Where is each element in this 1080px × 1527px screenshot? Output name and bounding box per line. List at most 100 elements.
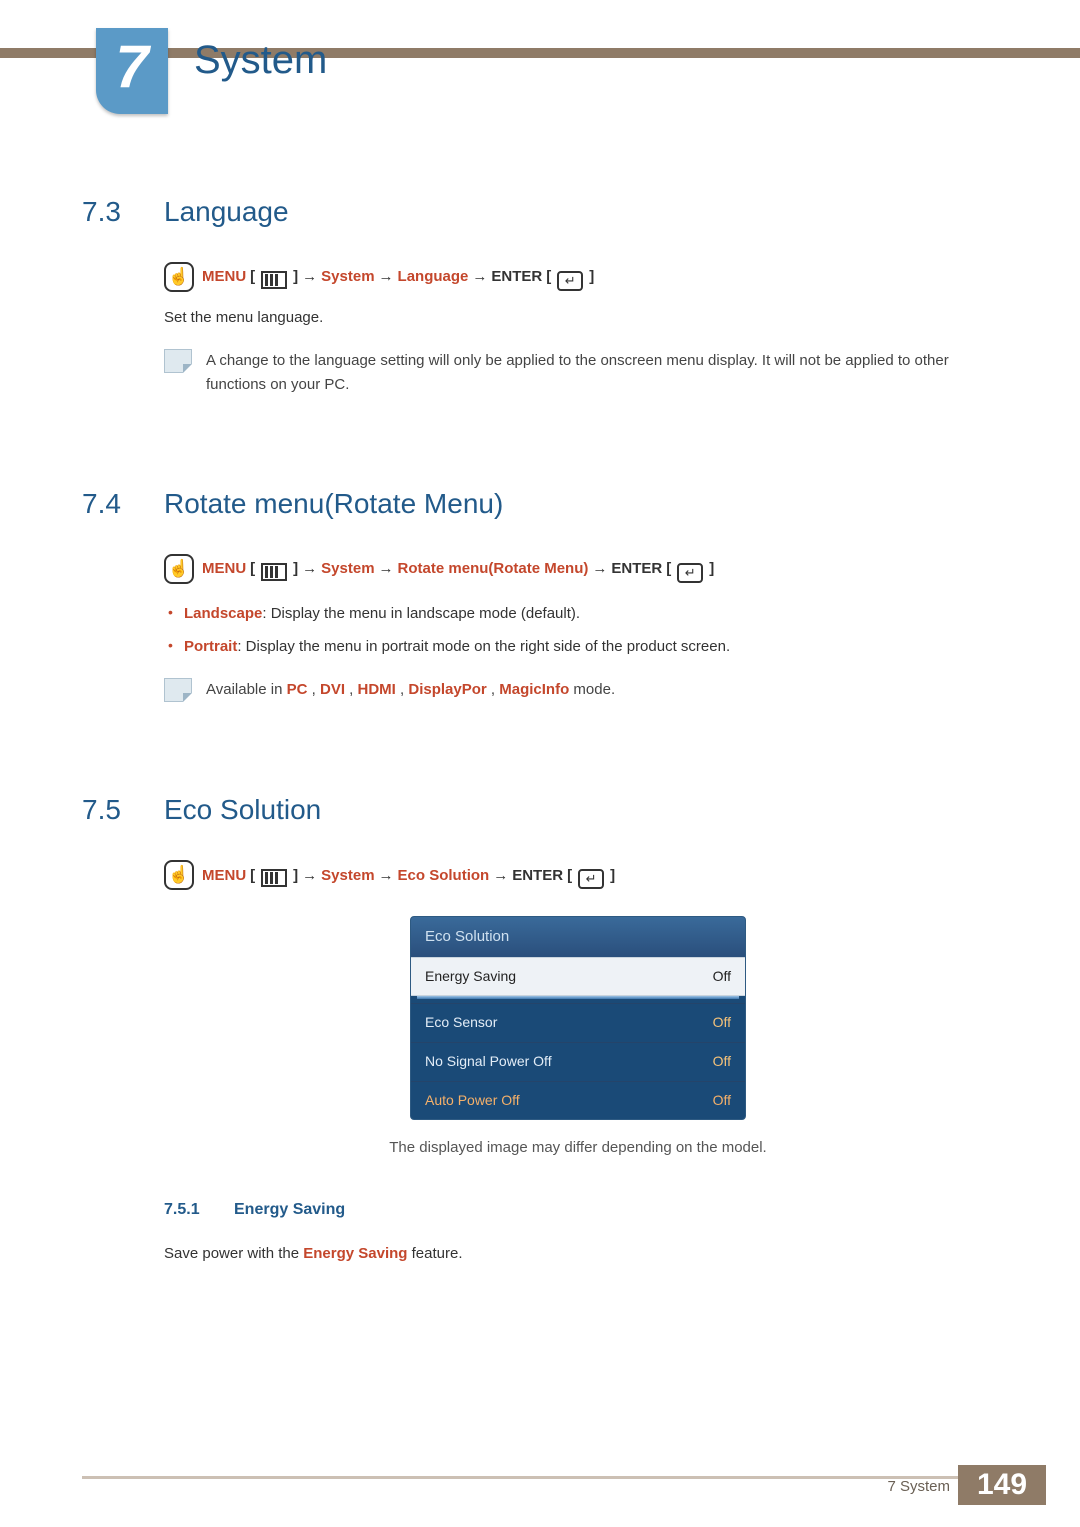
osd-panel: Eco Solution Energy Saving Off Eco Senso… [410,916,746,1120]
note-icon [164,678,192,702]
menu-button-icon [261,563,287,581]
enter-label: ENTER [491,265,542,288]
note-text: Available in PC , DVI , HDMI , DisplayPo… [206,678,992,702]
arrow-icon: → [379,265,394,288]
osd-row-label: No Signal Power Off [425,1051,552,1073]
osd-row[interactable]: Auto Power Off Off [411,1081,745,1120]
page-content: 7.3 Language ☝ MENU [ ] → System → Langu… [82,180,992,1266]
option-text: : Display the menu in portrait mode on t… [237,638,730,655]
bracket-close: ] [610,864,615,887]
enter-button-icon: ↵ [578,869,604,889]
menu-label: MENU [202,864,246,887]
osd-row[interactable]: Eco Sensor Off [411,1003,745,1042]
osd-row-label: Auto Power Off [425,1090,520,1112]
note-icon [164,349,192,373]
osd-title: Eco Solution [411,917,745,956]
note-suffix: mode. [573,681,615,698]
section-number: 7.3 [82,196,164,228]
option-list: Landscape: Display the menu in landscape… [164,602,992,659]
arrow-icon: → [302,864,317,887]
subsection-number: 7.5.1 [164,1198,218,1223]
path-system: System [321,557,374,580]
touch-icon: ☝ [164,262,194,292]
osd-row-label: Energy Saving [425,966,516,988]
osd-row[interactable]: No Signal Power Off Off [411,1042,745,1081]
osd-selection-underline [417,996,739,999]
section-number: 7.5 [82,794,164,826]
chapter-tab: 7 [96,28,168,114]
section-number: 7.4 [82,488,164,520]
subsection-title: Energy Saving [234,1198,345,1223]
arrow-icon: → [302,557,317,580]
section-7-4-heading: 7.4 Rotate menu(Rotate Menu) [82,488,992,520]
arrow-icon: → [592,557,607,580]
bracket-open: [ [567,864,572,887]
note-prefix: Available in [206,681,287,698]
bracket-close: ] [709,557,714,580]
note: Available in PC , DVI , HDMI , DisplayPo… [164,678,992,702]
path-item: Rotate menu(Rotate Menu) [398,557,589,580]
arrow-icon: → [302,265,317,288]
bracket-close: ] [293,557,298,580]
menu-label: MENU [202,265,246,288]
chapter-number: 7 [96,32,168,101]
section-7-4-body: ☝ MENU [ ] → System → Rotate menu(Rotate… [82,554,992,703]
menu-label: MENU [202,557,246,580]
note: A change to the language setting will on… [164,349,992,396]
section-title: Rotate menu(Rotate Menu) [164,488,503,520]
osd-row-value: Off [713,1090,731,1112]
text-key: Energy Saving [303,1245,407,1262]
bracket-open: [ [250,557,255,580]
arrow-icon: → [472,265,487,288]
section-7-3-body: ☝ MENU [ ] → System → Language → ENTER [… [82,262,992,396]
mode: MagicInfo [499,681,569,698]
osd-row-label: Eco Sensor [425,1012,497,1034]
path-item: Eco Solution [398,864,490,887]
osd-row-selected[interactable]: Energy Saving Off [411,957,745,997]
bracket-open: [ [666,557,671,580]
bracket-close: ] [293,265,298,288]
menu-button-icon [261,869,287,887]
mode: PC [287,681,308,698]
page-number-chip: 149 [958,1465,1046,1505]
enter-label: ENTER [611,557,662,580]
section-title: Eco Solution [164,794,321,826]
list-item: Portrait: Display the menu in portrait m… [164,635,992,658]
bracket-open: [ [546,265,551,288]
section-7-5-heading: 7.5 Eco Solution [82,794,992,826]
bracket-close: ] [293,864,298,887]
osd-caption: The displayed image may differ depending… [164,1136,992,1159]
path-item: Language [398,265,469,288]
footer-label: 7 System [887,1478,950,1495]
chapter-title: System [194,38,327,83]
bracket-open: [ [250,265,255,288]
menu-path: ☝ MENU [ ] → System → Eco Solution → ENT… [164,860,992,890]
section-7-5-body: ☝ MENU [ ] → System → Eco Solution → ENT… [82,860,992,1265]
intro-text: Set the menu language. [164,306,992,329]
subsection-text: Save power with the Energy Saving featur… [164,1242,992,1265]
enter-label: ENTER [512,864,563,887]
list-item: Landscape: Display the menu in landscape… [164,602,992,625]
option-label: Landscape [184,605,262,622]
touch-icon: ☝ [164,860,194,890]
section-title: Language [164,196,289,228]
path-system: System [321,265,374,288]
arrow-icon: → [493,864,508,887]
menu-button-icon [261,271,287,289]
text-after: feature. [407,1245,462,1262]
path-system: System [321,864,374,887]
enter-button-icon: ↵ [677,563,703,583]
bracket-close: ] [589,265,594,288]
mode: HDMI [358,681,396,698]
osd-row-value: Off [713,966,731,988]
note-text: A change to the language setting will on… [206,349,992,396]
osd-row-value: Off [713,1051,731,1073]
section-7-3-heading: 7.3 Language [82,196,992,228]
arrow-icon: → [379,557,394,580]
arrow-icon: → [379,864,394,887]
menu-path: ☝ MENU [ ] → System → Language → ENTER [… [164,262,992,292]
mode: DVI [320,681,345,698]
bracket-open: [ [250,864,255,887]
subsection-7-5-1-heading: 7.5.1 Energy Saving [164,1198,992,1223]
osd-row-value: Off [713,1012,731,1034]
